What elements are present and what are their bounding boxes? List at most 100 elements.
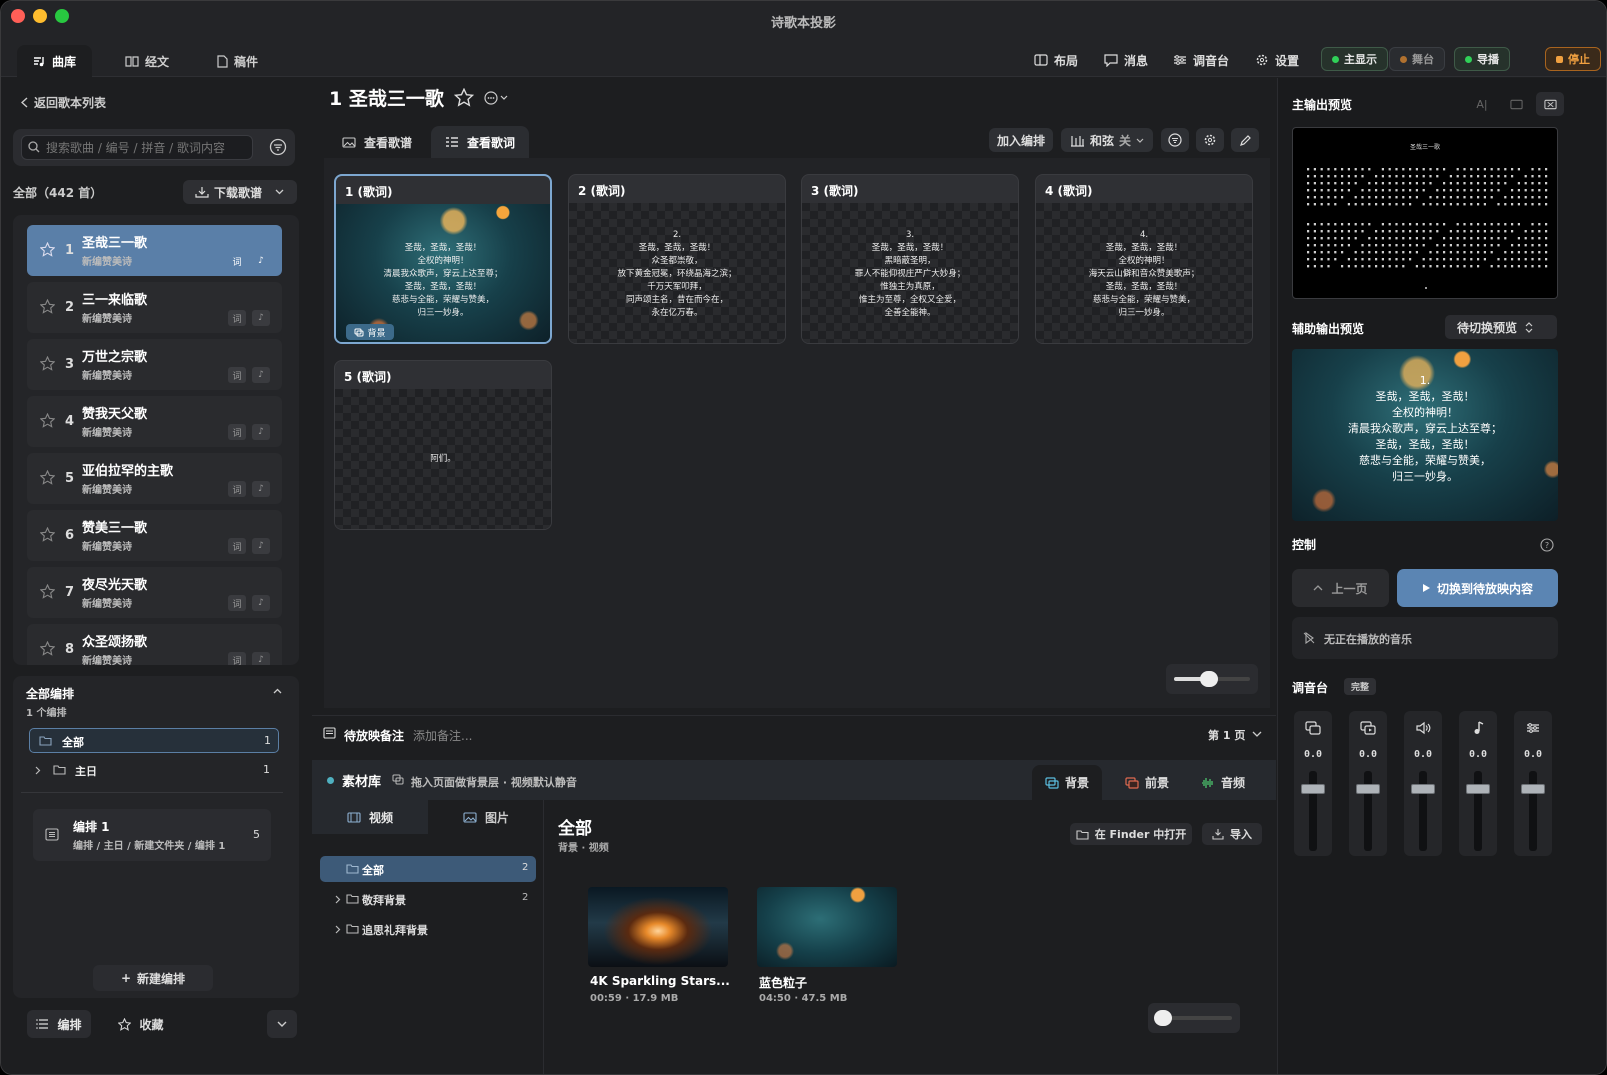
list-item[interactable]: 2 三一来临歌 新编赞美诗 词 ♪	[27, 282, 282, 333]
lyrics-badge[interactable]: 词	[228, 595, 246, 611]
fader-channel-1[interactable]: 0.0	[1294, 711, 1332, 856]
star-icon[interactable]	[40, 470, 55, 485]
fader-channel-2[interactable]: 0.0	[1349, 711, 1387, 856]
more-options-icon[interactable]	[484, 90, 510, 105]
text-mode-button[interactable]: A|	[1468, 92, 1496, 116]
broadcast-toggle[interactable]: 导播	[1454, 47, 1510, 71]
lyrics-card[interactable]: 4 (歌词) 4. 圣哉，圣哉，圣哉！ 全权的神明！ 海天云山僻和音众赞美歌声；…	[1035, 174, 1253, 344]
lyrics-card[interactable]: 5 (歌词) 阿们。	[334, 360, 552, 530]
fader-channel-4[interactable]: 0.0	[1459, 711, 1497, 856]
list-item[interactable]: 8 众圣颂扬歌 新编赞美诗 词 ♪	[27, 624, 282, 665]
display-filter-button[interactable]	[1161, 128, 1189, 152]
star-icon[interactable]	[40, 299, 55, 314]
chevron-right-icon[interactable]	[35, 766, 41, 775]
chevron-right-icon[interactable]	[335, 895, 341, 904]
fader-knob[interactable]	[1411, 784, 1435, 794]
stop-button[interactable]: 停止	[1545, 47, 1601, 71]
expand-button[interactable]	[267, 1010, 297, 1038]
lyrics-card[interactable]: 3 (歌词) 3. 圣哉，圣哉，圣哉！ 黑暗蔽圣明， 罪人不能仰视庄严广大妙身；…	[801, 174, 1019, 344]
fader-channel-3[interactable]: 0.0	[1404, 711, 1442, 856]
chevron-right-icon[interactable]	[335, 925, 341, 934]
back-to-songbooks[interactable]: 返回歌本列表	[21, 94, 106, 111]
list-item[interactable]: 3 万世之宗歌 新编赞美诗 词 ♪	[27, 339, 282, 390]
lyrics-card[interactable]: 2 (歌词) 2. 圣哉，圣哉，圣哉！ 众圣都崇敬， 放下黄金冠冕，环绕晶海之滨…	[568, 174, 786, 344]
library-tab-foreground[interactable]: 前景	[1112, 765, 1182, 800]
card-zoom-slider[interactable]	[1166, 664, 1258, 694]
star-icon[interactable]	[40, 584, 55, 599]
score-badge[interactable]: ♪	[252, 367, 270, 383]
close-window-button[interactable]	[11, 9, 25, 23]
lyrics-badge[interactable]: 词	[228, 310, 246, 326]
lyrics-badge[interactable]: 词	[228, 253, 246, 269]
main-output-preview[interactable]: 圣哉三一歌	[1292, 127, 1558, 299]
star-icon[interactable]	[40, 527, 55, 542]
page-indicator[interactable]: 第 1 页	[1208, 727, 1245, 743]
minimize-window-button[interactable]	[33, 9, 47, 23]
fader-knob[interactable]	[1356, 784, 1380, 794]
settings-button[interactable]: 设置	[1255, 49, 1299, 71]
tab-manuscripts[interactable]: 稿件	[201, 45, 274, 77]
lyrics-badge[interactable]: 词	[228, 538, 246, 554]
blackout-button[interactable]	[1536, 92, 1564, 116]
tab-view-lyrics[interactable]: 查看歌词	[431, 126, 530, 158]
score-badge[interactable]: ♪	[252, 253, 270, 269]
fader-knob[interactable]	[1301, 784, 1325, 794]
previous-page-button[interactable]: 上一页	[1292, 569, 1389, 607]
song-settings-button[interactable]	[1196, 128, 1224, 152]
add-to-plan-button[interactable]: 加入编排	[989, 128, 1053, 152]
media-tab-image[interactable]: 图片	[428, 800, 544, 834]
layout-button[interactable]: 布局	[1034, 49, 1078, 71]
score-badge[interactable]: ♪	[252, 595, 270, 611]
import-button[interactable]: 导入	[1202, 823, 1262, 845]
plan-folder-all[interactable]: 全部 1	[29, 728, 279, 753]
score-badge[interactable]: ♪	[252, 481, 270, 497]
messages-button[interactable]: 消息	[1104, 49, 1148, 71]
lyrics-card[interactable]: 1 (歌词) 圣哉，圣哉，圣哉！ 全权的神明！ 清晨我众歌声，穿云上达至尊； 圣…	[334, 174, 552, 344]
chevron-down-icon[interactable]	[1252, 731, 1262, 737]
plan-item[interactable]: 编排 1 编排 / 主日 / 新建文件夹 / 编排 1 5	[33, 809, 271, 861]
aux-output-preview[interactable]: 1. 圣哉，圣哉，圣哉！ 全权的神明！ 清晨我众歌声，穿云上达至尊； 圣哉，圣哉…	[1292, 349, 1558, 521]
media-thumbnail[interactable]	[588, 887, 728, 967]
fader-knob[interactable]	[1466, 784, 1490, 794]
star-icon[interactable]	[40, 242, 55, 257]
score-badge[interactable]: ♪	[252, 424, 270, 440]
lyrics-badge[interactable]: 词	[228, 424, 246, 440]
plan-folder-sunday[interactable]: 主日 1	[29, 758, 279, 783]
library-folder-memorial[interactable]: 追思礼拜背景	[320, 916, 536, 942]
score-badge[interactable]: ♪	[252, 310, 270, 326]
chords-toggle[interactable]: 和弦 关	[1061, 128, 1153, 152]
chevron-up-icon[interactable]	[273, 688, 282, 694]
filter-icon[interactable]	[269, 138, 287, 156]
list-item[interactable]: 1 圣哉三一歌 新编赞美诗 词 ♪	[27, 225, 282, 276]
list-item[interactable]: 6 赞美三一歌 新编赞美诗 词 ♪	[27, 510, 282, 561]
score-badge[interactable]: ♪	[252, 538, 270, 554]
help-icon[interactable]: ?	[1540, 538, 1554, 552]
zoom-window-button[interactable]	[55, 9, 69, 23]
tab-scripture[interactable]: 经文	[109, 45, 185, 77]
search-input[interactable]	[21, 135, 253, 160]
notes-input[interactable]: 添加备注...	[413, 727, 472, 744]
mixer-mode-badge[interactable]: 完整	[1344, 678, 1376, 695]
plans-tab-button[interactable]: 编排	[27, 1010, 91, 1038]
fader-channel-5[interactable]: 0.0	[1514, 711, 1552, 856]
favorites-tab-button[interactable]: 收藏	[109, 1010, 173, 1038]
tab-view-score[interactable]: 查看歌谱	[328, 126, 426, 158]
star-icon[interactable]	[40, 356, 55, 371]
thumbnail-size-slider[interactable]	[1148, 1003, 1240, 1033]
mixer-button[interactable]: 调音台	[1173, 49, 1229, 71]
open-in-finder-button[interactable]: 在 Finder 中打开	[1070, 823, 1192, 845]
star-icon[interactable]	[40, 413, 55, 428]
new-plan-button[interactable]: + 新建编排	[93, 965, 213, 991]
media-tab-video[interactable]: 视频	[312, 800, 428, 834]
download-scores-button[interactable]: 下载歌谱	[183, 180, 297, 204]
list-item[interactable]: 7 夜尽光天歌 新编赞美诗 词 ♪	[27, 567, 282, 618]
lyrics-badge[interactable]: 词	[228, 367, 246, 383]
library-tab-audio[interactable]: 音频	[1188, 765, 1258, 800]
aux-preview-select[interactable]: 待切换预览	[1445, 315, 1557, 339]
slider-knob[interactable]	[1200, 671, 1218, 687]
lyrics-badge[interactable]: 词	[228, 481, 246, 497]
slider-knob[interactable]	[1154, 1010, 1172, 1026]
media-thumbnail[interactable]	[757, 887, 897, 967]
stage-toggle[interactable]: 舞台	[1389, 47, 1445, 71]
score-badge[interactable]: ♪	[252, 652, 270, 665]
